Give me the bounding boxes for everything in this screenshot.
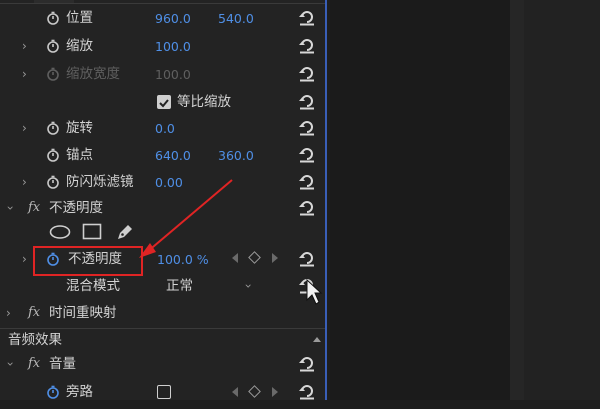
row-volume[interactable]: › fx 音量 [0,355,325,381]
row-blend-mode: 混合模式 正常 › [0,277,325,303]
chevron-down-icon[interactable]: › [1,362,19,367]
reset-icon[interactable] [298,200,316,216]
chevron-right-icon: › [22,67,27,81]
anti-flicker-label: 防闪烁滤镜 [66,174,134,190]
add-keyframe-icon[interactable] [248,251,261,264]
audio-effects-header: 音频效果 [8,332,62,348]
reset-icon[interactable] [298,251,316,267]
anti-flicker-value[interactable]: 0.00 [155,174,183,192]
scale-value[interactable]: 100.0 [155,38,191,56]
timeline-area [330,0,600,400]
next-keyframe-icon[interactable] [272,387,278,397]
blend-mode-select[interactable]: 正常 › [158,277,264,295]
top-divider [0,3,325,4]
reset-icon[interactable] [298,94,316,110]
chevron-right-icon[interactable]: › [22,173,27,191]
rectangle-mask-icon[interactable] [82,223,102,241]
anchor-label: 锚点 [66,147,93,163]
opacity-section-title: 不透明度 [49,200,103,216]
anchor-x-value[interactable]: 640.0 [155,147,191,165]
row-bypass: 旁路 [0,383,325,409]
panel-divider-bar[interactable] [510,0,524,400]
stopwatch-icon[interactable] [46,148,60,162]
row-scale-width: › 缩放宽度 100.0 [0,65,325,91]
prev-keyframe-icon[interactable] [232,253,238,263]
add-keyframe-icon[interactable] [248,385,261,398]
stopwatch-icon[interactable] [46,175,60,189]
scale-label: 缩放 [66,38,93,54]
fx-icon: fx [28,305,41,320]
checkmark-icon [159,99,169,108]
time-remap-title: 时间重映射 [49,305,117,321]
stopwatch-icon[interactable] [46,39,60,53]
reset-icon[interactable] [298,278,316,294]
row-scale: › 缩放 100.0 [0,37,325,63]
row-audio-header: 音频效果 [0,331,325,357]
reset-icon[interactable] [298,174,316,190]
chevron-right-icon[interactable]: › [22,37,27,55]
reset-icon[interactable] [298,10,316,26]
blend-mode-value: 正常 [166,278,193,294]
stopwatch-icon[interactable] [46,121,60,135]
rotation-value[interactable]: 0.0 [155,120,175,138]
uniform-scale-label: 等比缩放 [177,94,231,110]
chevron-right-icon[interactable]: › [22,250,27,268]
audio-divider [0,328,325,329]
bypass-label: 旁路 [66,384,93,400]
scroll-up-icon[interactable] [313,337,321,342]
reset-icon[interactable] [298,147,316,163]
row-anti-flicker: › 防闪烁滤镜 0.00 [0,173,325,199]
ellipse-mask-icon[interactable] [49,224,71,240]
effect-controls-panel: 位置 960.0 540.0 › 缩放 100.0 › 缩放宽度 100.0 等… [0,0,327,400]
reset-icon[interactable] [298,356,316,372]
timeline-track-area [330,0,510,400]
blend-mode-label: 混合模式 [66,278,120,294]
stopwatch-icon[interactable] [46,11,60,25]
row-rotation: › 旋转 0.0 [0,119,325,145]
stopwatch-icon[interactable] [46,385,60,399]
position-x-value[interactable]: 960.0 [155,10,191,28]
stopwatch-icon [46,67,60,81]
chevron-down-icon: › [241,283,256,289]
chevron-right-icon[interactable]: › [22,119,27,137]
opacity-value[interactable]: 100.0 % [157,251,209,269]
chevron-right-icon[interactable]: › [6,304,11,322]
row-time-remap[interactable]: › fx 时间重映射 [0,304,325,330]
rotation-label: 旋转 [66,120,93,136]
bypass-checkbox[interactable] [157,385,171,399]
next-keyframe-icon[interactable] [272,253,278,263]
row-position: 位置 960.0 540.0 [0,9,325,35]
opacity-highlight-box [33,246,143,276]
reset-icon[interactable] [298,38,316,54]
scale-width-value: 100.0 [155,67,191,82]
uniform-scale-checkbox[interactable] [157,95,171,109]
panel-edge-line [325,0,327,400]
row-uniform-scale: 等比缩放 [0,93,325,119]
reset-icon[interactable] [298,66,316,82]
reset-icon[interactable] [298,384,316,400]
position-label: 位置 [66,10,93,26]
adjacent-panel [524,0,600,400]
scale-width-label: 缩放宽度 [66,66,120,82]
chevron-down-icon[interactable]: › [1,206,19,211]
row-anchor: 锚点 640.0 360.0 [0,146,325,172]
volume-title: 音量 [49,356,76,372]
row-mask-tools [0,222,325,248]
position-y-value[interactable]: 540.0 [218,10,254,28]
reset-icon[interactable] [298,120,316,136]
fx-icon[interactable]: fx [28,355,40,373]
prev-keyframe-icon[interactable] [232,387,238,397]
pen-mask-icon[interactable] [115,222,135,242]
anchor-y-value[interactable]: 360.0 [218,147,254,165]
fx-icon[interactable]: fx [28,199,40,217]
